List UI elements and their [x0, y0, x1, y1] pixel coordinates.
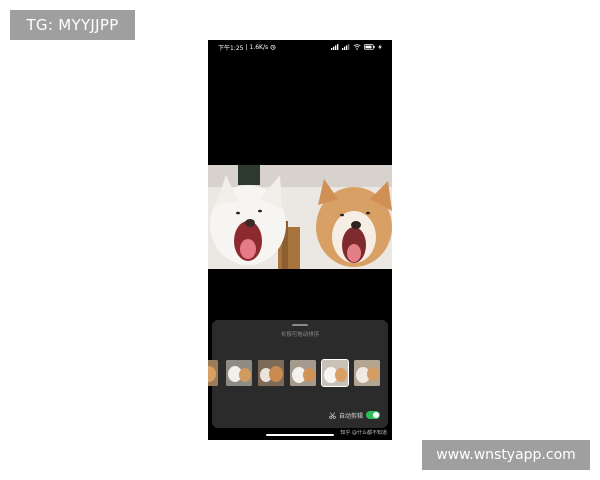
alarm-icon — [270, 44, 276, 50]
drag-handle[interactable] — [292, 324, 308, 326]
charging-icon — [378, 44, 382, 50]
source-watermark: 知乎 @什么都不知道 — [340, 430, 387, 436]
scissors-icon — [329, 411, 336, 419]
clip-thumbnail[interactable] — [290, 360, 316, 386]
status-time: 下午1:25 — [218, 44, 244, 52]
signal-icon — [342, 44, 350, 50]
battery-icon — [364, 44, 375, 50]
auto-cut-label: 自动剪辑 — [338, 412, 363, 420]
watermark-badge-top-left: TG: MYYJJPP — [10, 10, 135, 40]
clip-thumbnail[interactable] — [226, 360, 252, 386]
clip-thumbnail[interactable] — [354, 360, 380, 386]
status-bar: 下午1:25 | 1.6K/s — [208, 40, 392, 54]
clip-thumbnail[interactable] — [258, 360, 284, 386]
clip-thumbnail-selected[interactable] — [321, 359, 349, 387]
toggle-knob — [373, 412, 379, 418]
home-indicator[interactable] — [266, 434, 334, 436]
thumbnail-strip[interactable] — [208, 359, 392, 388]
auto-cut-control: 自动剪辑 — [329, 410, 380, 420]
status-network-speed: 1.6K/s — [249, 43, 269, 51]
clip-editor-panel: 长按可拖动排序 自动剪辑 — [208, 320, 388, 428]
watermark-badge-bottom-right: www.wnstyapp.com — [422, 440, 590, 470]
signal-icon — [331, 44, 339, 50]
clip-thumbnail[interactable] — [208, 360, 218, 386]
preview-image-shiba-dogs — [208, 165, 392, 269]
reorder-hint: 长按可拖动排序 — [280, 332, 320, 338]
auto-cut-toggle[interactable] — [366, 411, 380, 419]
status-divider: | — [245, 43, 248, 51]
wifi-icon — [353, 44, 361, 50]
phone-screen: 下午1:25 | 1.6K/s 长按可拖动排序 自动剪辑 知乎 @什么都不知道 — [208, 40, 392, 440]
